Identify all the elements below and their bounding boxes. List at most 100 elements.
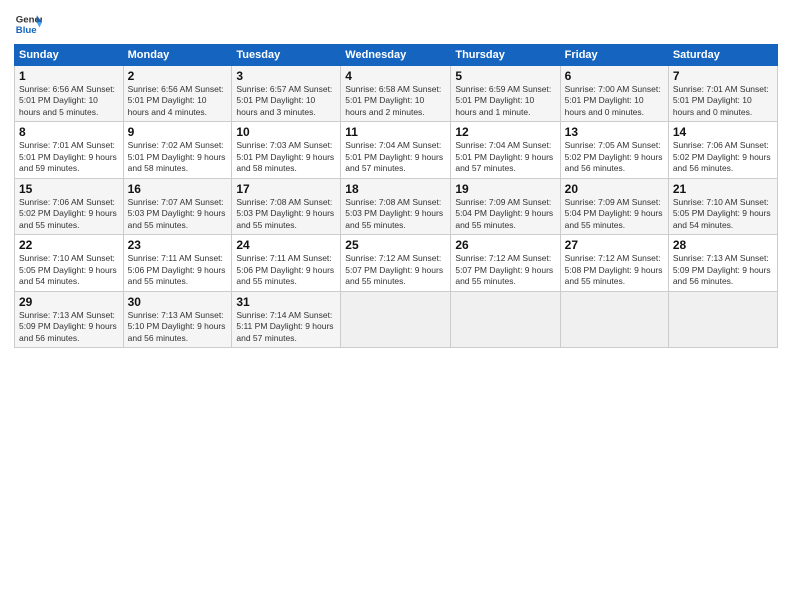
day-cell: 14Sunrise: 7:06 AM Sunset: 5:02 PM Dayli… [668,122,777,178]
day-cell: 11Sunrise: 7:04 AM Sunset: 5:01 PM Dayli… [341,122,451,178]
day-number: 20 [565,182,664,196]
day-cell: 5Sunrise: 6:59 AM Sunset: 5:01 PM Daylig… [451,66,560,122]
day-number: 22 [19,238,119,252]
day-number: 7 [673,69,773,83]
day-cell: 30Sunrise: 7:13 AM Sunset: 5:10 PM Dayli… [123,291,232,347]
day-number: 6 [565,69,664,83]
day-number: 28 [673,238,773,252]
day-number: 26 [455,238,555,252]
week-row-4: 22Sunrise: 7:10 AM Sunset: 5:05 PM Dayli… [15,235,778,291]
day-detail: Sunrise: 7:09 AM Sunset: 5:04 PM Dayligh… [455,197,555,231]
day-cell: 9Sunrise: 7:02 AM Sunset: 5:01 PM Daylig… [123,122,232,178]
day-number: 1 [19,69,119,83]
day-number: 18 [345,182,446,196]
day-cell: 17Sunrise: 7:08 AM Sunset: 5:03 PM Dayli… [232,178,341,234]
day-number: 23 [128,238,228,252]
day-number: 5 [455,69,555,83]
day-cell [341,291,451,347]
day-cell [451,291,560,347]
day-cell: 20Sunrise: 7:09 AM Sunset: 5:04 PM Dayli… [560,178,668,234]
day-detail: Sunrise: 6:58 AM Sunset: 5:01 PM Dayligh… [345,84,446,118]
day-number: 25 [345,238,446,252]
day-detail: Sunrise: 7:01 AM Sunset: 5:01 PM Dayligh… [673,84,773,118]
day-cell: 29Sunrise: 7:13 AM Sunset: 5:09 PM Dayli… [15,291,124,347]
logo-icon: General Blue [14,10,42,38]
day-cell: 6Sunrise: 7:00 AM Sunset: 5:01 PM Daylig… [560,66,668,122]
day-detail: Sunrise: 7:13 AM Sunset: 5:09 PM Dayligh… [673,253,773,287]
day-detail: Sunrise: 7:02 AM Sunset: 5:01 PM Dayligh… [128,140,228,174]
page: General Blue SundayMondayTuesdayWednesda… [0,0,792,612]
day-detail: Sunrise: 7:12 AM Sunset: 5:07 PM Dayligh… [345,253,446,287]
day-number: 14 [673,125,773,139]
day-cell: 21Sunrise: 7:10 AM Sunset: 5:05 PM Dayli… [668,178,777,234]
day-cell: 2Sunrise: 6:56 AM Sunset: 5:01 PM Daylig… [123,66,232,122]
day-cell: 4Sunrise: 6:58 AM Sunset: 5:01 PM Daylig… [341,66,451,122]
day-number: 9 [128,125,228,139]
day-cell: 10Sunrise: 7:03 AM Sunset: 5:01 PM Dayli… [232,122,341,178]
col-header-sunday: Sunday [15,45,124,66]
col-header-thursday: Thursday [451,45,560,66]
day-number: 16 [128,182,228,196]
day-detail: Sunrise: 7:05 AM Sunset: 5:02 PM Dayligh… [565,140,664,174]
day-detail: Sunrise: 7:10 AM Sunset: 5:05 PM Dayligh… [673,197,773,231]
day-detail: Sunrise: 7:12 AM Sunset: 5:07 PM Dayligh… [455,253,555,287]
day-number: 19 [455,182,555,196]
day-detail: Sunrise: 7:13 AM Sunset: 5:10 PM Dayligh… [128,310,228,344]
day-number: 10 [236,125,336,139]
day-detail: Sunrise: 7:08 AM Sunset: 5:03 PM Dayligh… [345,197,446,231]
day-cell: 3Sunrise: 6:57 AM Sunset: 5:01 PM Daylig… [232,66,341,122]
day-cell: 13Sunrise: 7:05 AM Sunset: 5:02 PM Dayli… [560,122,668,178]
col-header-friday: Friday [560,45,668,66]
day-number: 12 [455,125,555,139]
day-number: 3 [236,69,336,83]
day-number: 24 [236,238,336,252]
day-cell: 23Sunrise: 7:11 AM Sunset: 5:06 PM Dayli… [123,235,232,291]
day-detail: Sunrise: 6:56 AM Sunset: 5:01 PM Dayligh… [128,84,228,118]
day-cell [668,291,777,347]
col-header-tuesday: Tuesday [232,45,341,66]
week-row-3: 15Sunrise: 7:06 AM Sunset: 5:02 PM Dayli… [15,178,778,234]
day-detail: Sunrise: 6:56 AM Sunset: 5:01 PM Dayligh… [19,84,119,118]
col-header-saturday: Saturday [668,45,777,66]
day-cell: 19Sunrise: 7:09 AM Sunset: 5:04 PM Dayli… [451,178,560,234]
day-number: 2 [128,69,228,83]
day-detail: Sunrise: 7:03 AM Sunset: 5:01 PM Dayligh… [236,140,336,174]
day-number: 27 [565,238,664,252]
day-detail: Sunrise: 7:13 AM Sunset: 5:09 PM Dayligh… [19,310,119,344]
day-detail: Sunrise: 7:00 AM Sunset: 5:01 PM Dayligh… [565,84,664,118]
day-detail: Sunrise: 6:59 AM Sunset: 5:01 PM Dayligh… [455,84,555,118]
day-number: 4 [345,69,446,83]
header-row: SundayMondayTuesdayWednesdayThursdayFrid… [15,45,778,66]
day-number: 8 [19,125,119,139]
day-cell: 1Sunrise: 6:56 AM Sunset: 5:01 PM Daylig… [15,66,124,122]
day-number: 13 [565,125,664,139]
day-detail: Sunrise: 7:04 AM Sunset: 5:01 PM Dayligh… [455,140,555,174]
calendar-table: SundayMondayTuesdayWednesdayThursdayFrid… [14,44,778,348]
svg-text:Blue: Blue [16,25,37,36]
day-cell: 7Sunrise: 7:01 AM Sunset: 5:01 PM Daylig… [668,66,777,122]
day-detail: Sunrise: 7:04 AM Sunset: 5:01 PM Dayligh… [345,140,446,174]
day-cell: 8Sunrise: 7:01 AM Sunset: 5:01 PM Daylig… [15,122,124,178]
day-detail: Sunrise: 7:11 AM Sunset: 5:06 PM Dayligh… [128,253,228,287]
day-cell: 24Sunrise: 7:11 AM Sunset: 5:06 PM Dayli… [232,235,341,291]
day-detail: Sunrise: 6:57 AM Sunset: 5:01 PM Dayligh… [236,84,336,118]
day-cell [560,291,668,347]
day-number: 30 [128,295,228,309]
day-number: 29 [19,295,119,309]
day-cell: 25Sunrise: 7:12 AM Sunset: 5:07 PM Dayli… [341,235,451,291]
header: General Blue [14,10,778,38]
day-detail: Sunrise: 7:06 AM Sunset: 5:02 PM Dayligh… [673,140,773,174]
day-detail: Sunrise: 7:14 AM Sunset: 5:11 PM Dayligh… [236,310,336,344]
day-number: 31 [236,295,336,309]
day-number: 15 [19,182,119,196]
day-detail: Sunrise: 7:08 AM Sunset: 5:03 PM Dayligh… [236,197,336,231]
day-cell: 28Sunrise: 7:13 AM Sunset: 5:09 PM Dayli… [668,235,777,291]
day-cell: 27Sunrise: 7:12 AM Sunset: 5:08 PM Dayli… [560,235,668,291]
day-detail: Sunrise: 7:06 AM Sunset: 5:02 PM Dayligh… [19,197,119,231]
day-detail: Sunrise: 7:11 AM Sunset: 5:06 PM Dayligh… [236,253,336,287]
day-detail: Sunrise: 7:12 AM Sunset: 5:08 PM Dayligh… [565,253,664,287]
week-row-5: 29Sunrise: 7:13 AM Sunset: 5:09 PM Dayli… [15,291,778,347]
day-cell: 26Sunrise: 7:12 AM Sunset: 5:07 PM Dayli… [451,235,560,291]
logo: General Blue [14,10,44,38]
day-cell: 12Sunrise: 7:04 AM Sunset: 5:01 PM Dayli… [451,122,560,178]
